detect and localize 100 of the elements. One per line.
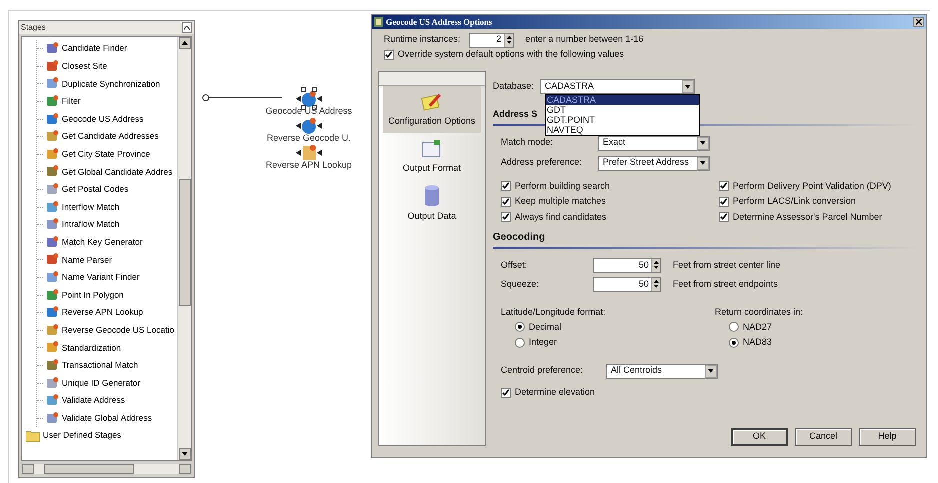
stage-icon: [46, 341, 59, 354]
match-mode-dropdown[interactable]: Exact: [598, 136, 710, 150]
field-label: Database:: [493, 80, 534, 93]
radio-label: NAD27: [743, 320, 772, 334]
checkbox[interactable]: [719, 181, 729, 192]
stage-icon: [46, 236, 59, 249]
stage-icon: [46, 376, 59, 390]
field-label: Address preference:: [500, 156, 584, 170]
stage-icon: [46, 394, 59, 408]
tree-item[interactable]: Get Global Candidate Addres: [62, 166, 173, 178]
unit-text: Feet from street endpoints: [673, 278, 778, 291]
stage-icon: [46, 271, 59, 284]
radio-button[interactable]: [515, 322, 525, 332]
tree-item[interactable]: Name Variant Finder: [62, 271, 140, 284]
dialog-button[interactable]: OK: [731, 428, 788, 446]
tree-item[interactable]: Validate Address: [62, 394, 126, 408]
caret-up-icon: [184, 26, 190, 30]
vertical-scrollbar[interactable]: [177, 37, 191, 460]
dialog-button[interactable]: Cancel: [795, 428, 852, 446]
stage-icon: [46, 148, 59, 161]
address-preference-dropdown[interactable]: Prefer Street Address: [598, 156, 710, 170]
tree-item[interactable]: Reverse Geocode US Locatio: [62, 324, 174, 337]
spinner-arrows-icon[interactable]: [651, 278, 660, 291]
dropdown-option[interactable]: GDT: [546, 105, 699, 115]
tree-item[interactable]: Duplicate Synchronization: [62, 78, 160, 90]
caret-down-icon: [182, 452, 188, 456]
tree-item[interactable]: Match Key Generator: [62, 236, 143, 249]
stage-icon: [46, 112, 59, 126]
dropdown-option[interactable]: NAVTEQ: [546, 125, 699, 135]
tree-item[interactable]: Intraflow Match: [62, 218, 120, 232]
app-icon: [374, 17, 383, 27]
nav-item[interactable]: Output Data: [383, 179, 481, 228]
checkbox[interactable]: [501, 181, 511, 192]
scroll-up-button[interactable]: [178, 37, 190, 49]
scroll-right-button[interactable]: [179, 464, 191, 474]
radio-button[interactable]: [729, 322, 739, 332]
number-field[interactable]: 50: [593, 277, 661, 292]
collapse-button[interactable]: [182, 22, 192, 33]
tree-item[interactable]: Get City State Province: [62, 148, 150, 161]
radio-label: NAD83: [743, 336, 772, 349]
nav-item[interactable]: Output Format: [383, 132, 481, 179]
tree-item[interactable]: Geocode US Address: [62, 112, 144, 126]
tree-item[interactable]: Transactional Match: [62, 359, 138, 372]
checkbox[interactable]: [719, 212, 729, 222]
stage-icon: [46, 42, 59, 56]
scrollbar-thumb[interactable]: [44, 464, 134, 474]
radio-label: Decimal: [529, 320, 562, 334]
field-label: Runtime instances:: [384, 33, 461, 46]
checkbox[interactable]: [719, 196, 729, 207]
window-title: Geocode US Address Options: [386, 16, 494, 28]
scroll-down-button[interactable]: [178, 448, 190, 460]
nav-item[interactable]: Configuration Options: [383, 86, 481, 132]
field-label: Centroid preference:: [500, 364, 584, 378]
tree-item[interactable]: Closest Site: [62, 60, 108, 73]
tree-item[interactable]: Point In Polygon: [62, 288, 124, 302]
stage-icon: [46, 60, 59, 73]
scrollbar-thumb[interactable]: [178, 179, 190, 306]
checkbox[interactable]: [384, 50, 394, 60]
dialog-button[interactable]: Help: [859, 428, 916, 446]
tree-item[interactable]: Standardization: [62, 342, 122, 354]
caret-up-icon: [182, 41, 188, 45]
tree-item[interactable]: User Defined Stages: [43, 429, 122, 442]
tree-item[interactable]: Unique ID Generator: [62, 376, 140, 390]
stage-icon: [46, 200, 59, 214]
checkbox-label: Always find candidates: [515, 210, 607, 224]
tree-item[interactable]: Get Candidate Addresses: [62, 130, 159, 144]
unit-text: Feet from street center line: [673, 258, 781, 272]
checkbox-label: Perform Delivery Point Validation (DPV): [733, 180, 892, 193]
checkbox[interactable]: [501, 388, 511, 398]
close-button[interactable]: [913, 17, 924, 27]
stage-icon: [46, 77, 59, 90]
checkbox[interactable]: [501, 212, 511, 222]
tree-item[interactable]: Get Postal Codes: [62, 183, 129, 196]
scroll-left-button[interactable]: [22, 464, 34, 474]
checkbox-label: Override system default options with the following values: [398, 48, 624, 62]
spinner-arrows-icon[interactable]: [504, 34, 513, 46]
tree-item[interactable]: Interflow Match: [62, 200, 120, 214]
number-field[interactable]: 50: [593, 258, 661, 273]
radio-button[interactable]: [515, 338, 525, 348]
stage-icon: [46, 253, 59, 266]
tree-item[interactable]: Reverse APN Lookup: [62, 306, 144, 320]
horizontal-scrollbar[interactable]: [21, 463, 192, 475]
database-dropdown[interactable]: CADASTRA: [540, 79, 696, 94]
checkbox[interactable]: [501, 196, 511, 207]
dropdown-option[interactable]: CADASTRA: [546, 95, 699, 105]
stage-icon: [46, 95, 59, 108]
spinner-arrows-icon[interactable]: [651, 259, 660, 272]
radio-button[interactable]: [729, 338, 739, 348]
field-label: Match mode:: [500, 136, 554, 150]
stage-icon: [46, 130, 59, 144]
hint-text: enter a number between 1-16: [526, 33, 644, 46]
dropdown-option[interactable]: GDT.POINT: [546, 115, 699, 125]
tree-item[interactable]: Candidate Finder: [62, 42, 128, 56]
tree-item[interactable]: Name Parser: [62, 254, 112, 266]
checkbox-label: Determine Assessor's Parcel Number: [733, 210, 882, 224]
centroid-dropdown[interactable]: All Centroids: [606, 364, 718, 378]
tree-item[interactable]: Filter: [62, 95, 81, 108]
runtime-instances-field[interactable]: 2: [468, 32, 514, 48]
tree-item[interactable]: Validate Global Address: [62, 412, 152, 425]
panel-title: Stages: [21, 22, 46, 34]
